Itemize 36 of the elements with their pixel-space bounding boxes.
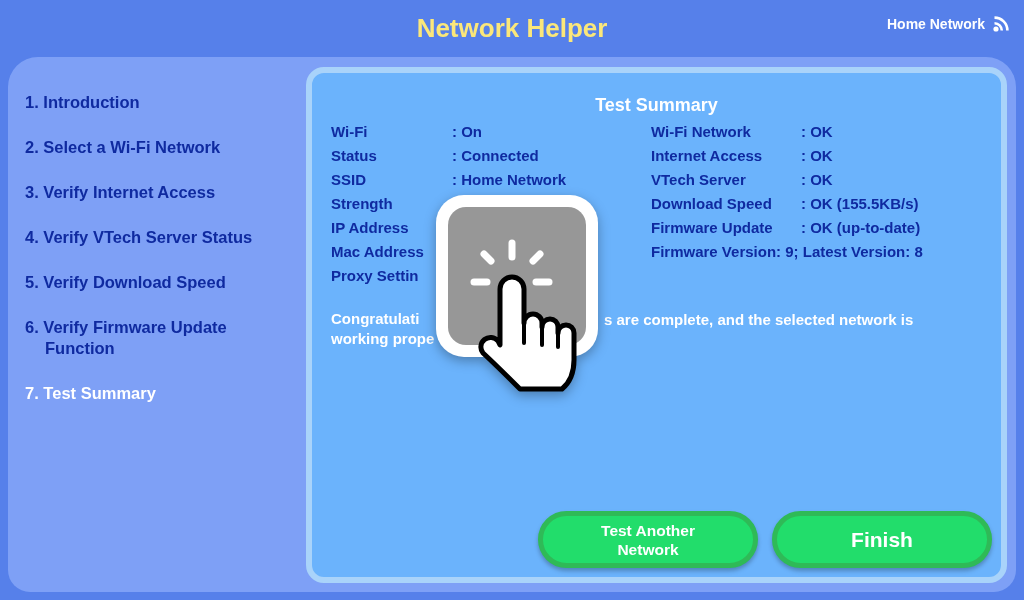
step-item[interactable]: 3. Verify Internet Access bbox=[25, 182, 285, 203]
step-item[interactable]: 5. Verify Download Speed bbox=[25, 272, 285, 293]
check-label: Firmware Update bbox=[651, 218, 774, 236]
field-value: : On bbox=[452, 122, 482, 140]
message-text: working prope bbox=[331, 330, 435, 347]
summary-title: Test Summary bbox=[594, 94, 719, 116]
message-text: Congratulati bbox=[331, 310, 420, 327]
check-result: : OK (up-to-date) bbox=[801, 218, 921, 236]
check-label: Download Speed bbox=[651, 194, 773, 212]
field-label: SSID bbox=[331, 170, 367, 188]
check-label: Wi-Fi Network bbox=[651, 122, 752, 140]
message-text: s are complete, and the selected network is bbox=[604, 310, 914, 328]
field-label: Mac Address bbox=[331, 242, 425, 260]
check-result: : OK bbox=[801, 146, 833, 164]
hand-tap-icon bbox=[436, 195, 598, 395]
check-result: : OK bbox=[801, 122, 833, 140]
firmware-version-text: Firmware Version: 9; Latest Version: 8 bbox=[651, 242, 923, 260]
field-label: Strength bbox=[331, 194, 394, 212]
network-name: Home Network bbox=[886, 15, 985, 32]
field-label: Proxy Settin bbox=[331, 266, 420, 284]
field-label: Wi-Fi bbox=[331, 122, 369, 140]
check-label: VTech Server bbox=[651, 170, 747, 188]
field-label: IP Address bbox=[331, 218, 410, 236]
field-label: Status bbox=[331, 146, 378, 164]
step-item[interactable]: 2. Select a Wi-Fi Network bbox=[25, 137, 285, 158]
step-item[interactable]: 1. Introduction bbox=[25, 92, 285, 113]
field-value: : Home Network bbox=[452, 170, 567, 188]
check-result: : OK bbox=[801, 170, 833, 188]
step-item[interactable]: 6. Verify Firmware Update Function bbox=[25, 317, 285, 359]
step-item[interactable]: 4. Verify VTech Server Status bbox=[25, 227, 285, 248]
check-result: : OK (155.5KB/s) bbox=[801, 194, 919, 212]
app-title: Network Helper bbox=[416, 13, 608, 44]
check-label: Internet Access bbox=[651, 146, 764, 164]
wifi-icon bbox=[993, 15, 1010, 32]
step-item[interactable]: 7. Test Summary bbox=[25, 383, 285, 404]
field-value: : Connected bbox=[452, 146, 539, 164]
